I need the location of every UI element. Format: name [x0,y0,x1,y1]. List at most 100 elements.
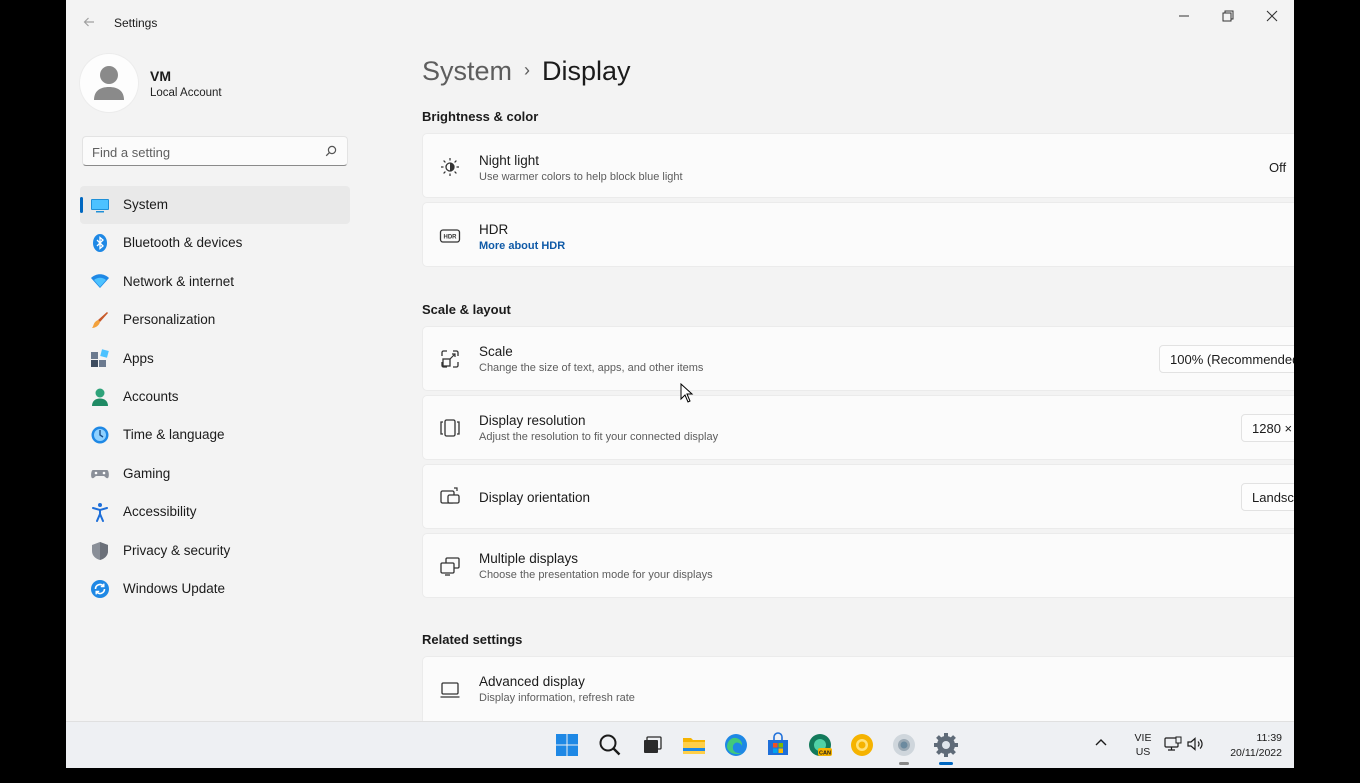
scale-dropdown[interactable]: 100% (Recommended) [1159,345,1294,373]
scale-icon [441,350,459,368]
sidebar-item-label: Privacy & security [123,542,231,558]
advanced-display-subtitle: Display information, refresh rate [479,692,635,704]
sidebar-item-network[interactable]: Network & internet [80,263,350,301]
sidebar-item-label: Apps [123,350,154,366]
brush-icon [92,312,108,329]
sidebar-item-time-language[interactable]: Time & language [80,416,350,454]
store-button[interactable] [764,731,792,759]
section-heading-related: Related settings [422,632,523,647]
display-orientation-title: Display orientation [479,490,591,505]
accessibility-icon [92,503,108,523]
resolution-dropdown[interactable]: 1280 × [1241,414,1294,442]
svg-text:HDR: HDR [444,235,458,241]
breadcrumb-parent[interactable]: System [422,56,512,86]
account-type: Local Account [150,87,222,99]
orientation-dropdown[interactable]: Landscape [1241,483,1294,511]
screen-border [1294,0,1360,768]
close-button[interactable] [1250,0,1294,32]
network-status-button[interactable] [1164,736,1182,783]
shield-icon [92,541,108,560]
scale-title: Scale [479,344,513,359]
clock-time: 11:39 [1256,732,1283,744]
network-icon [91,274,109,288]
sidebar-item-privacy[interactable]: Privacy & security [80,532,350,570]
chrome-canary-icon [851,734,873,756]
search-box[interactable] [82,136,348,166]
resolution-icon [440,419,460,437]
sidebar-item-label: System [123,197,169,212]
sidebar-item-system[interactable]: System [80,186,350,225]
edge-canary-icon: CAN [809,734,832,757]
taskbar: CAN VIE US 11:39 20/11/2022 [66,721,1294,768]
sidebar-item-label: Time & language [123,427,225,443]
sidebar-item-label: Personalization [123,312,216,328]
multiple-displays-title: Multiple displays [479,551,579,566]
edge-canary-button[interactable]: CAN [806,731,834,759]
file-explorer-icon [683,738,705,754]
windows-update-icon [91,579,109,598]
settings-window: Settings VM Local Account System [66,0,1294,721]
keyboard-layout: US [1135,746,1151,758]
sidebar-item-personalization[interactable]: Personalization [80,301,350,339]
back-arrow-icon [83,17,94,27]
section-heading-scale-layout: Scale & layout [422,302,511,317]
running-indicator [899,762,909,765]
settings-taskbar-button[interactable] [932,731,960,765]
sidebar-item-label: Network & internet [123,273,235,289]
sidebar-item-apps[interactable]: Apps [80,340,350,378]
show-hidden-icons-button[interactable] [1094,736,1108,783]
chrome-canary-button[interactable] [848,731,876,759]
network-monitor-icon [1164,736,1182,751]
speaker-icon [1187,737,1203,751]
clock-date: 20/11/2022 [1230,747,1282,759]
file-explorer-button[interactable] [680,731,708,759]
sidebar-item-gaming[interactable]: Gaming [80,455,350,493]
night-light-card[interactable]: Night light Use warmer colors to help bl… [422,133,1294,198]
store-icon [768,732,788,755]
edge-button[interactable] [722,731,750,759]
multiple-displays-subtitle: Choose the presentation mode for your di… [479,569,713,581]
hdr-icon: HDR [439,229,461,243]
account-card[interactable]: VM Local Account [80,54,380,118]
chrome-button[interactable] [890,731,918,765]
input-indicator[interactable]: VIE US [1128,731,1158,778]
taskbar-search-button[interactable] [596,731,624,759]
start-icon [556,734,578,756]
start-button[interactable] [553,731,581,759]
more-about-hdr-link[interactable]: More about HDR [479,240,565,252]
window-title: Settings [114,16,158,30]
brightness-icon [441,158,459,176]
time-language-icon [91,426,109,444]
search-icon [325,145,337,157]
advanced-display-card[interactable]: Advanced display Display information, re… [422,656,1294,721]
advanced-display-title: Advanced display [479,674,585,689]
user-avatar-icon [94,66,124,100]
back-button[interactable] [80,14,98,32]
sidebar-item-bluetooth[interactable]: Bluetooth & devices [80,224,350,262]
display-resolution-title: Display resolution [479,413,586,428]
multiple-displays-card[interactable]: Multiple displays Choose the presentatio… [422,533,1294,598]
chevron-right-icon: › [524,60,531,80]
sidebar-nav: System Bluetooth & devices Network & int… [80,186,350,608]
sidebar-item-label: Accounts [123,388,179,404]
chevron-up-icon [1095,739,1107,746]
page-title: Display [542,56,631,86]
active-indicator [939,762,953,765]
sidebar-item-accounts[interactable]: Accounts [80,378,350,416]
night-light-status: Off [1269,160,1287,175]
clock[interactable]: 11:39 20/11/2022 [1214,731,1282,778]
sidebar-item-windows-update[interactable]: Windows Update [80,570,350,608]
sidebar-item-accessibility[interactable]: Accessibility [80,493,350,531]
hdr-card[interactable]: HDR HDR More about HDR [422,202,1294,267]
task-view-button[interactable] [638,731,666,759]
scale-subtitle: Change the size of text, apps, and other… [479,362,704,374]
minimize-button[interactable] [1162,0,1206,32]
display-orientation-card: Display orientation Landscape [422,464,1294,529]
monitor-icon [440,682,460,698]
volume-button[interactable] [1187,736,1205,783]
search-input[interactable] [92,143,312,161]
restore-icon [1222,10,1234,22]
close-icon [1266,10,1278,22]
night-light-title: Night light [479,153,540,168]
restore-button[interactable] [1206,0,1250,32]
